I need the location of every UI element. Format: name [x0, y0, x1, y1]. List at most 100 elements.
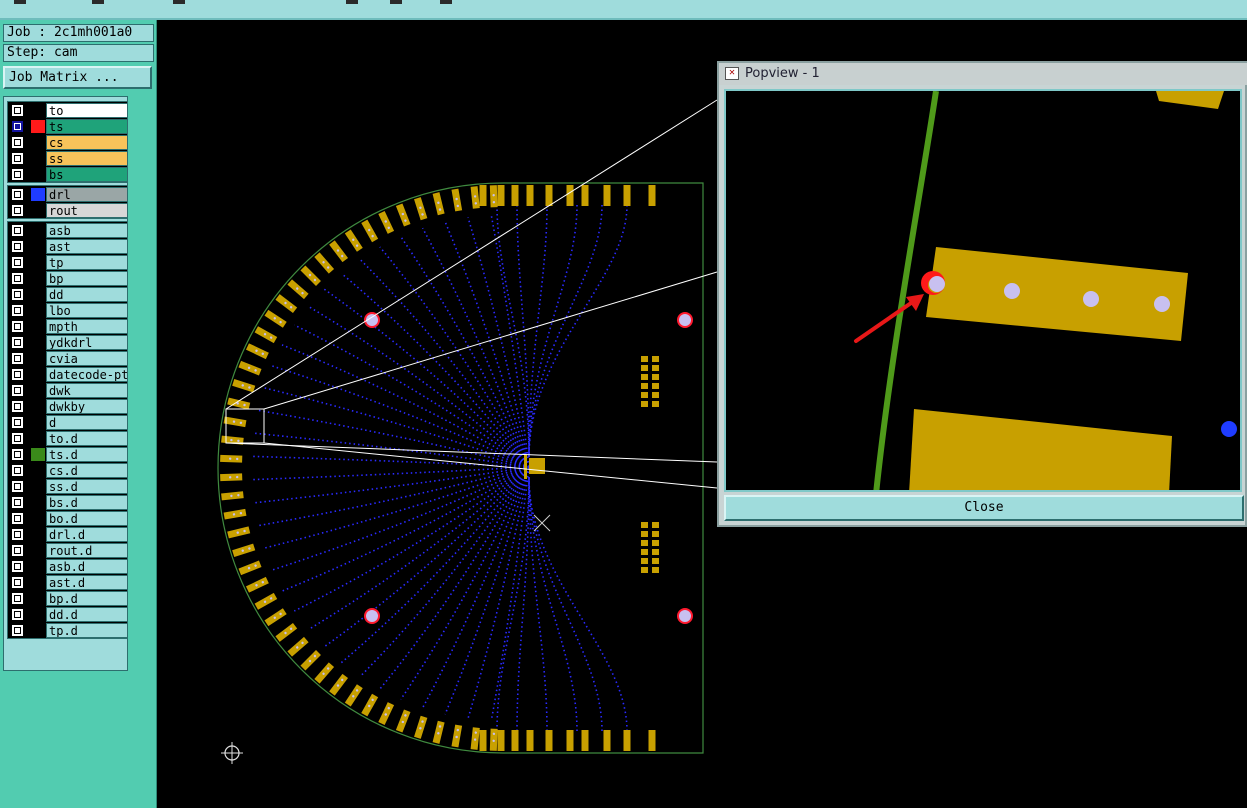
layer-affected-checkbox[interactable] — [11, 168, 24, 181]
layer-name[interactable]: ts — [46, 119, 128, 134]
toolbar-edge-mark[interactable] — [173, 0, 185, 4]
layer-affected-checkbox[interactable] — [11, 188, 24, 201]
layer-affected-checkbox[interactable] — [11, 432, 24, 445]
layer-name[interactable]: drl — [46, 187, 128, 202]
layer-name[interactable]: rout.d — [46, 543, 128, 558]
layer-display-color[interactable] — [31, 448, 45, 461]
layer-affected-checkbox[interactable] — [11, 136, 24, 149]
layer-row-ast-d[interactable]: ast.d — [8, 574, 129, 590]
layer-row-tp-d[interactable]: tp.d — [8, 622, 129, 638]
popview-window[interactable]: ✕ Popview - 1 Close — [717, 61, 1247, 527]
layer-row-datecode-pt[interactable]: datecode-pt — [8, 366, 129, 382]
layer-name[interactable]: rout — [46, 203, 128, 218]
layer-row-cvia[interactable]: cvia — [8, 350, 129, 366]
layer-row-ast[interactable]: ast — [8, 238, 129, 254]
layer-name[interactable]: datecode-pt — [46, 367, 128, 382]
layer-row-rout[interactable]: rout — [8, 202, 129, 218]
layer-name[interactable]: to — [46, 103, 128, 118]
layer-affected-checkbox[interactable] — [11, 560, 24, 573]
layer-affected-checkbox[interactable] — [11, 624, 24, 637]
layer-affected-checkbox[interactable] — [11, 120, 24, 133]
toolbar-edge-mark[interactable] — [14, 0, 26, 4]
layer-name[interactable]: cs — [46, 135, 128, 150]
layer-affected-checkbox[interactable] — [11, 204, 24, 217]
layer-row-dd-d[interactable]: dd.d — [8, 606, 129, 622]
layer-name[interactable]: ss.d — [46, 479, 128, 494]
layer-name[interactable]: dwk — [46, 383, 128, 398]
layer-row-dwkby[interactable]: dwkby — [8, 398, 129, 414]
layer-affected-checkbox[interactable] — [11, 304, 24, 317]
layer-name[interactable]: d — [46, 415, 128, 430]
layer-name[interactable]: tp — [46, 255, 128, 270]
layer-affected-checkbox[interactable] — [11, 400, 24, 413]
layer-affected-checkbox[interactable] — [11, 320, 24, 333]
layer-display-color[interactable] — [31, 120, 45, 133]
layer-affected-checkbox[interactable] — [11, 352, 24, 365]
layer-name[interactable]: dd.d — [46, 607, 128, 622]
toolbar-edge-mark[interactable] — [390, 0, 402, 4]
toolbar-edge-mark[interactable] — [92, 0, 104, 4]
layer-row-ss-d[interactable]: ss.d — [8, 478, 129, 494]
layer-row-asb-d[interactable]: asb.d — [8, 558, 129, 574]
layer-row-rout-d[interactable]: rout.d — [8, 542, 129, 558]
layer-row-bp[interactable]: bp — [8, 270, 129, 286]
layer-name[interactable]: to.d — [46, 431, 128, 446]
layer-name[interactable]: ydkdrl — [46, 335, 128, 350]
layer-name[interactable]: tp.d — [46, 623, 128, 638]
layer-row-d[interactable]: d — [8, 414, 129, 430]
layer-row-mpth[interactable]: mpth — [8, 318, 129, 334]
layer-affected-checkbox[interactable] — [11, 384, 24, 397]
layer-name[interactable]: drl.d — [46, 527, 128, 542]
layer-name[interactable]: asb.d — [46, 559, 128, 574]
layer-name[interactable]: lbo — [46, 303, 128, 318]
layer-row-drl-d[interactable]: drl.d — [8, 526, 129, 542]
layer-affected-checkbox[interactable] — [11, 224, 24, 237]
layer-affected-checkbox[interactable] — [11, 512, 24, 525]
layer-affected-checkbox[interactable] — [11, 416, 24, 429]
layer-affected-checkbox[interactable] — [11, 368, 24, 381]
layer-name[interactable]: bp.d — [46, 591, 128, 606]
layer-name[interactable]: ts.d — [46, 447, 128, 462]
layer-affected-checkbox[interactable] — [11, 104, 24, 117]
close-button[interactable]: Close — [724, 495, 1244, 521]
popview-zoom-view[interactable] — [724, 89, 1242, 492]
toolbar-edge-mark[interactable] — [346, 0, 358, 4]
layer-row-asb[interactable]: asb — [8, 222, 129, 238]
layer-affected-checkbox[interactable] — [11, 288, 24, 301]
layer-affected-checkbox[interactable] — [11, 336, 24, 349]
layer-row-ss[interactable]: ss — [8, 150, 129, 166]
layer-display-color[interactable] — [31, 188, 45, 201]
layer-name[interactable]: ast.d — [46, 575, 128, 590]
layer-name[interactable]: dwkby — [46, 399, 128, 414]
layer-name[interactable]: ast — [46, 239, 128, 254]
layer-name[interactable]: mpth — [46, 319, 128, 334]
layer-name[interactable]: bs.d — [46, 495, 128, 510]
layer-row-bs[interactable]: bs — [8, 166, 129, 182]
layer-row-tp[interactable]: tp — [8, 254, 129, 270]
layer-affected-checkbox[interactable] — [11, 528, 24, 541]
layer-name[interactable]: cvia — [46, 351, 128, 366]
layer-affected-checkbox[interactable] — [11, 464, 24, 477]
toolbar-edge-mark[interactable] — [440, 0, 452, 4]
layer-affected-checkbox[interactable] — [11, 272, 24, 285]
layer-row-drl[interactable]: drl — [8, 186, 129, 202]
layer-name[interactable]: bo.d — [46, 511, 128, 526]
layer-name[interactable]: bp — [46, 271, 128, 286]
layer-row-lbo[interactable]: lbo — [8, 302, 129, 318]
job-matrix-button[interactable]: Job Matrix ... — [3, 66, 152, 89]
layer-name[interactable]: asb — [46, 223, 128, 238]
layer-row-dwk[interactable]: dwk — [8, 382, 129, 398]
layer-affected-checkbox[interactable] — [11, 256, 24, 269]
layer-row-to-d[interactable]: to.d — [8, 430, 129, 446]
layer-affected-checkbox[interactable] — [11, 608, 24, 621]
layer-row-bp-d[interactable]: bp.d — [8, 590, 129, 606]
layer-name[interactable]: dd — [46, 287, 128, 302]
layer-name[interactable]: ss — [46, 151, 128, 166]
layer-affected-checkbox[interactable] — [11, 480, 24, 493]
layer-row-bo-d[interactable]: bo.d — [8, 510, 129, 526]
layer-name[interactable]: cs.d — [46, 463, 128, 478]
popview-titlebar[interactable]: ✕ Popview - 1 — [719, 63, 1247, 85]
layer-row-cs[interactable]: cs — [8, 134, 129, 150]
layer-row-ts-d[interactable]: ts.d — [8, 446, 129, 462]
layer-affected-checkbox[interactable] — [11, 152, 24, 165]
